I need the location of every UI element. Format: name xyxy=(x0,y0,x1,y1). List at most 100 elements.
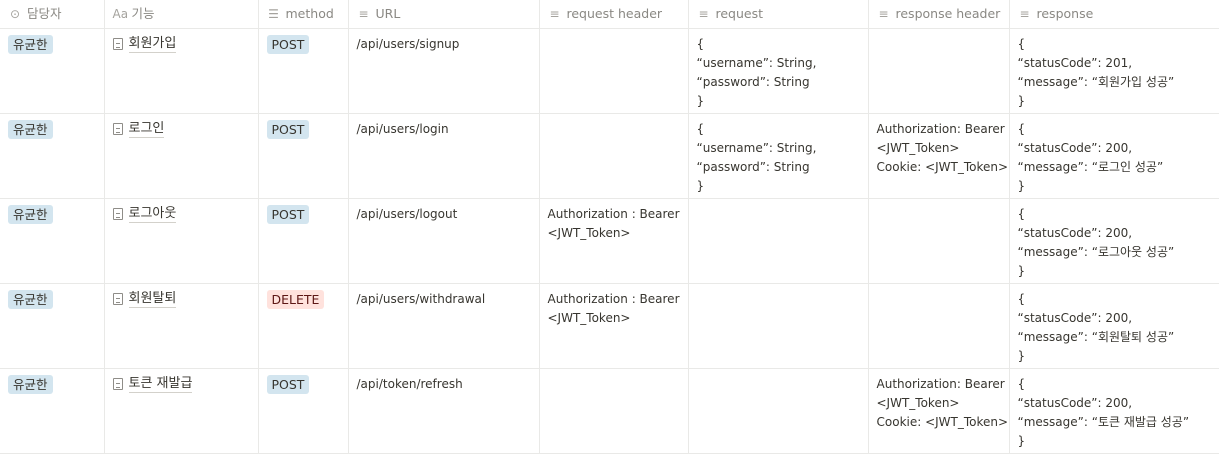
feature-link[interactable]: 로그인 xyxy=(112,120,165,138)
request-cell[interactable] xyxy=(688,198,869,284)
url-cell[interactable]: /api/users/login xyxy=(348,113,540,199)
column-header-1[interactable]: Aa 기능 xyxy=(104,0,259,29)
feature-link[interactable]: 회원탈퇴 xyxy=(112,290,177,308)
request-line: “username”: String, xyxy=(696,141,817,155)
response-line: { xyxy=(1017,207,1026,221)
response-line: “message”: “로그아웃 성공” xyxy=(1017,245,1175,259)
response-cell[interactable]: {“statusCode”: 200, “message”: “토큰 재발급 성공… xyxy=(1009,368,1219,454)
column-header-3[interactable]: ≡ URL xyxy=(348,0,540,29)
method-cell[interactable]: DELETE xyxy=(258,283,349,369)
method-tag: POST xyxy=(266,35,310,54)
method-cell[interactable]: POST xyxy=(258,28,349,114)
url-cell[interactable]: /api/users/signup xyxy=(348,28,540,114)
response-header-cell[interactable] xyxy=(868,28,1010,114)
request-cell[interactable] xyxy=(688,368,869,454)
table-row: 유균한 로그아웃 POST/api/users/logout Authorizatio… xyxy=(0,198,1219,284)
url-cell[interactable]: /api/token/refresh xyxy=(348,368,540,454)
feature-link[interactable]: 토큰 재발급 xyxy=(112,375,193,393)
response-line: } xyxy=(1017,179,1026,193)
page-icon xyxy=(112,378,123,390)
url-cell[interactable]: /api/users/withdrawal xyxy=(348,283,540,369)
assignee-cell[interactable]: 유균한 xyxy=(0,198,105,284)
url-text: /api/users/signup xyxy=(356,37,460,51)
request-header-cell[interactable]: Authorization : Bearer <JWT_Token> xyxy=(539,198,689,284)
request-header-cell[interactable] xyxy=(539,28,689,114)
response-header-line: Authorization: Bearer xyxy=(876,122,1005,136)
request-header-cell[interactable]: Authorization : Bearer <JWT_Token> xyxy=(539,283,689,369)
column-header-5[interactable]: ≡ request xyxy=(688,0,869,29)
url-cell[interactable]: /api/users/logout xyxy=(348,198,540,284)
response-line: “message”: “로그인 성공” xyxy=(1017,160,1164,174)
method-cell[interactable]: POST xyxy=(258,113,349,199)
response-line: { xyxy=(1017,122,1026,136)
response-line: “message”: “회원탈퇴 성공” xyxy=(1017,330,1175,344)
url-text: /api/users/withdrawal xyxy=(356,292,486,306)
response-line: “statusCode”: 200, xyxy=(1017,141,1133,155)
feature-name: 회원탈퇴 xyxy=(128,291,177,308)
method-tag: POST xyxy=(266,375,310,394)
column-header-7[interactable]: ≡ response xyxy=(1009,0,1219,29)
request-header-line: <JWT_Token> xyxy=(547,311,631,325)
request-header-cell[interactable] xyxy=(539,113,689,199)
feature-cell[interactable]: 토큰 재발급 xyxy=(104,368,259,454)
assignee-cell[interactable]: 유균한 xyxy=(0,283,105,369)
method-cell[interactable]: POST xyxy=(258,368,349,454)
response-header-cell[interactable]: Authorization: Bearer <JWT_Token> Cookie: … xyxy=(868,113,1010,199)
table-row: 유균한 로그인 POST/api/users/login { “username”: S… xyxy=(0,113,1219,199)
url-text: /api/users/logout xyxy=(356,207,458,221)
table-header: ⊙ 담당자 Aa 기능 ☰ method ≡ URL ≡ request header ≡ reque… xyxy=(0,0,1219,29)
response-line: } xyxy=(1017,264,1026,278)
feature-cell[interactable]: 로그인 xyxy=(104,113,259,199)
response-cell[interactable]: {“statusCode”: 201, “message”: “회원가입 성공”} xyxy=(1009,28,1219,114)
column-header-0[interactable]: ⊙ 담당자 xyxy=(0,0,105,29)
response-line: “statusCode”: 200, xyxy=(1017,311,1133,325)
request-line: { xyxy=(696,37,705,51)
method-cell[interactable]: POST xyxy=(258,198,349,284)
text-lines-icon: ≡ xyxy=(698,7,709,21)
request-header-line: Authorization : Bearer xyxy=(547,207,680,221)
request-line: } xyxy=(696,179,705,193)
response-header-cell[interactable]: Authorization: Bearer <JWT_Token> Cookie: … xyxy=(868,368,1010,454)
response-cell[interactable]: {“statusCode”: 200, “message”: “회원탈퇴 성공”} xyxy=(1009,283,1219,369)
request-cell[interactable]: {“username”: String, “password”: String} xyxy=(688,28,869,114)
assignee-cell[interactable]: 유균한 xyxy=(0,368,105,454)
feature-cell[interactable]: 회원탈퇴 xyxy=(104,283,259,369)
feature-link[interactable]: 회원가입 xyxy=(112,35,177,53)
feature-cell[interactable]: 로그아웃 xyxy=(104,198,259,284)
response-cell[interactable]: { “statusCode”: 200, “message”: “로그아웃 성공”} xyxy=(1009,198,1219,284)
column-header-label: response xyxy=(1036,6,1094,21)
response-header-cell[interactable] xyxy=(868,283,1010,369)
assignee-tag: 유균한 xyxy=(8,205,53,224)
column-header-2[interactable]: ☰ method xyxy=(258,0,349,29)
column-header-label: request xyxy=(715,6,764,21)
response-line: { xyxy=(1017,37,1026,51)
assignee-cell[interactable]: 유균한 xyxy=(0,113,105,199)
title-aa-icon: Aa xyxy=(112,7,129,21)
assignee-tag: 유균한 xyxy=(8,35,53,54)
request-line: { xyxy=(696,122,705,136)
response-header-cell[interactable] xyxy=(868,198,1010,284)
response-line: “statusCode”: 200, xyxy=(1017,226,1133,240)
request-header-cell[interactable] xyxy=(539,368,689,454)
assignee-tag: 유균한 xyxy=(8,375,53,394)
request-cell[interactable] xyxy=(688,283,869,369)
response-line: { xyxy=(1017,292,1026,306)
page-icon xyxy=(112,293,123,305)
request-cell[interactable]: {“username”: String, “password”: String} xyxy=(688,113,869,199)
column-header-6[interactable]: ≡ response header xyxy=(868,0,1010,29)
column-header-label: 기능 xyxy=(131,6,155,21)
response-line: } xyxy=(1017,94,1026,108)
feature-link[interactable]: 로그아웃 xyxy=(112,205,177,223)
column-header-label: response header xyxy=(895,6,1001,21)
request-line: } xyxy=(696,94,705,108)
response-header-line: <JWT_Token> xyxy=(876,396,960,410)
circle-dropdown-icon: ⊙ xyxy=(9,7,21,21)
response-line: “message”: “회원가입 성공” xyxy=(1017,75,1175,89)
column-header-4[interactable]: ≡ request header xyxy=(539,0,689,29)
response-cell[interactable]: { “statusCode”: 200, “message”: “로그인 성공”} xyxy=(1009,113,1219,199)
feature-name: 토큰 재발급 xyxy=(128,376,193,393)
column-header-label: method xyxy=(285,6,334,21)
assignee-cell[interactable]: 유균한 xyxy=(0,28,105,114)
feature-cell[interactable]: 회원가입 xyxy=(104,28,259,114)
method-tag: POST xyxy=(266,120,310,139)
